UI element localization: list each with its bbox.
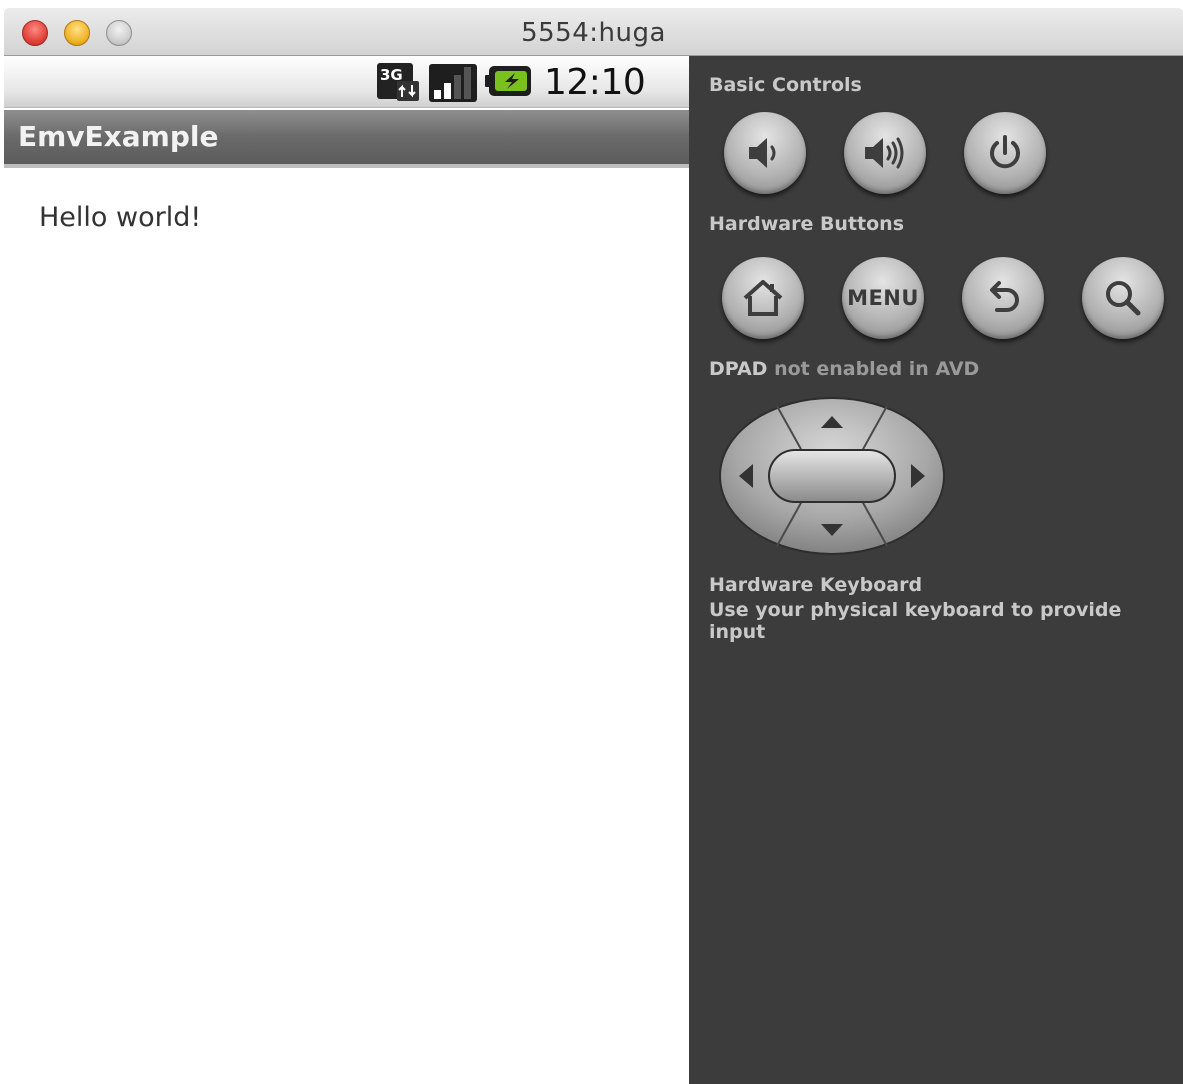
signal-strength-icon bbox=[429, 64, 477, 102]
search-button[interactable] bbox=[1082, 257, 1164, 339]
volume-up-icon bbox=[865, 137, 904, 169]
emulator-window: 5554:huga 3G 12:10 EmvExample Hello worl… bbox=[4, 8, 1183, 1084]
hardware-buttons-label: Hardware Buttons bbox=[709, 213, 905, 235]
volume-up-button[interactable] bbox=[844, 112, 926, 194]
volume-down-button[interactable] bbox=[724, 112, 806, 194]
power-button[interactable] bbox=[964, 112, 1046, 194]
basic-controls-label: Basic Controls bbox=[709, 74, 862, 96]
hardware-keyboard-hint: Use your physical keyboard to provide in… bbox=[709, 599, 1122, 643]
window-title: 5554:huga bbox=[521, 18, 666, 48]
dpad-center-button bbox=[768, 449, 896, 503]
dpad-label-strong: DPAD bbox=[709, 358, 768, 380]
power-icon bbox=[990, 135, 1020, 169]
emulator-controls-panel: Basic Controls Hardware Buttons MENU DPA… bbox=[689, 56, 1183, 1084]
app-title-bar: EmvExample bbox=[4, 110, 689, 168]
menu-button[interactable]: MENU bbox=[842, 257, 924, 339]
back-icon bbox=[990, 281, 1019, 312]
hello-text: Hello world! bbox=[39, 202, 202, 233]
app-title: EmvExample bbox=[18, 120, 219, 153]
3g-data-icon: 3G bbox=[377, 63, 419, 101]
status-bar: 3G 12:10 PM bbox=[4, 56, 689, 141]
search-icon bbox=[1106, 281, 1141, 316]
dpad-label: DPAD not enabled in AVD bbox=[709, 358, 979, 380]
dpad-graphic bbox=[719, 397, 945, 555]
dpad-label-rest: not enabled in AVD bbox=[774, 358, 980, 380]
home-icon bbox=[743, 280, 783, 316]
dpad[interactable] bbox=[717, 396, 947, 556]
title-bar[interactable]: 5554:huga bbox=[4, 8, 1183, 56]
battery-charging-icon bbox=[485, 66, 531, 96]
hardware-keyboard-label: Hardware Keyboard bbox=[709, 574, 923, 596]
back-button[interactable] bbox=[962, 257, 1044, 339]
menu-button-label: MENU bbox=[847, 286, 919, 310]
home-button[interactable] bbox=[722, 257, 804, 339]
status-time-value: 12:10 bbox=[544, 62, 646, 103]
volume-down-icon bbox=[749, 138, 776, 168]
device-screen[interactable]: 3G 12:10 PM EmvExample H bbox=[4, 56, 689, 1084]
